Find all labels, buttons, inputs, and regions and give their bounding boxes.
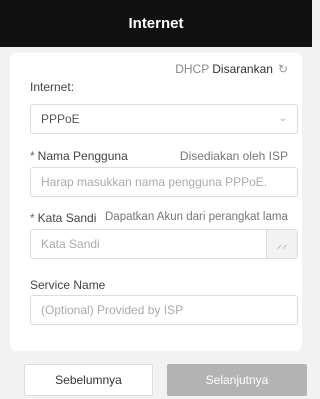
username-placeholder: Harap masukkan nama pengguna PPPoE. (41, 175, 268, 189)
required-mark: * (30, 149, 35, 163)
service-name-placeholder: (Optional) Provided by ISP (41, 303, 184, 317)
page-header: Internet (0, 0, 312, 47)
dhcp-suggestion: DHCP Disarankan ↻ (175, 62, 288, 76)
eye-closed-icon[interactable]: ⸝⸝ (266, 230, 297, 258)
next-button[interactable]: Selanjutnya (167, 364, 307, 396)
password-input[interactable]: Kata Sandi ⸝⸝ (30, 229, 298, 259)
username-hint: Disediakan oleh ISP (179, 149, 288, 163)
previous-button[interactable]: Sebelumnya (24, 364, 153, 396)
service-name-input[interactable]: (Optional) Provided by ISP (30, 295, 298, 325)
form-card: DHCP Disarankan ↻ Internet: PPPoE ⌄ * Nam… (10, 53, 302, 351)
username-label: * Nama Pengguna (30, 149, 128, 163)
password-label-text: Kata Sandi (37, 211, 97, 225)
username-input[interactable]: Harap masukkan nama pengguna PPPoE. (30, 167, 298, 197)
refresh-icon[interactable]: ↻ (278, 62, 288, 76)
page-title: Internet (128, 15, 184, 32)
password-label: * Kata Sandi (30, 211, 96, 225)
chevron-down-icon: ⌄ (278, 113, 287, 124)
username-label-text: Nama Pengguna (37, 149, 128, 163)
password-hint[interactable]: Dapatkan Akun dari perangkat lama (105, 211, 288, 223)
internet-type-select[interactable]: PPPoE ⌄ (30, 104, 298, 134)
service-name-label: Service Name (30, 278, 106, 292)
required-mark: * (30, 211, 35, 225)
internet-label: Internet: (30, 80, 75, 94)
dhcp-prefix: DHCP (175, 62, 210, 76)
dhcp-recommended-link[interactable]: Disarankan (212, 62, 273, 76)
internet-type-value: PPPoE (41, 112, 80, 126)
password-placeholder: Kata Sandi (41, 237, 100, 251)
